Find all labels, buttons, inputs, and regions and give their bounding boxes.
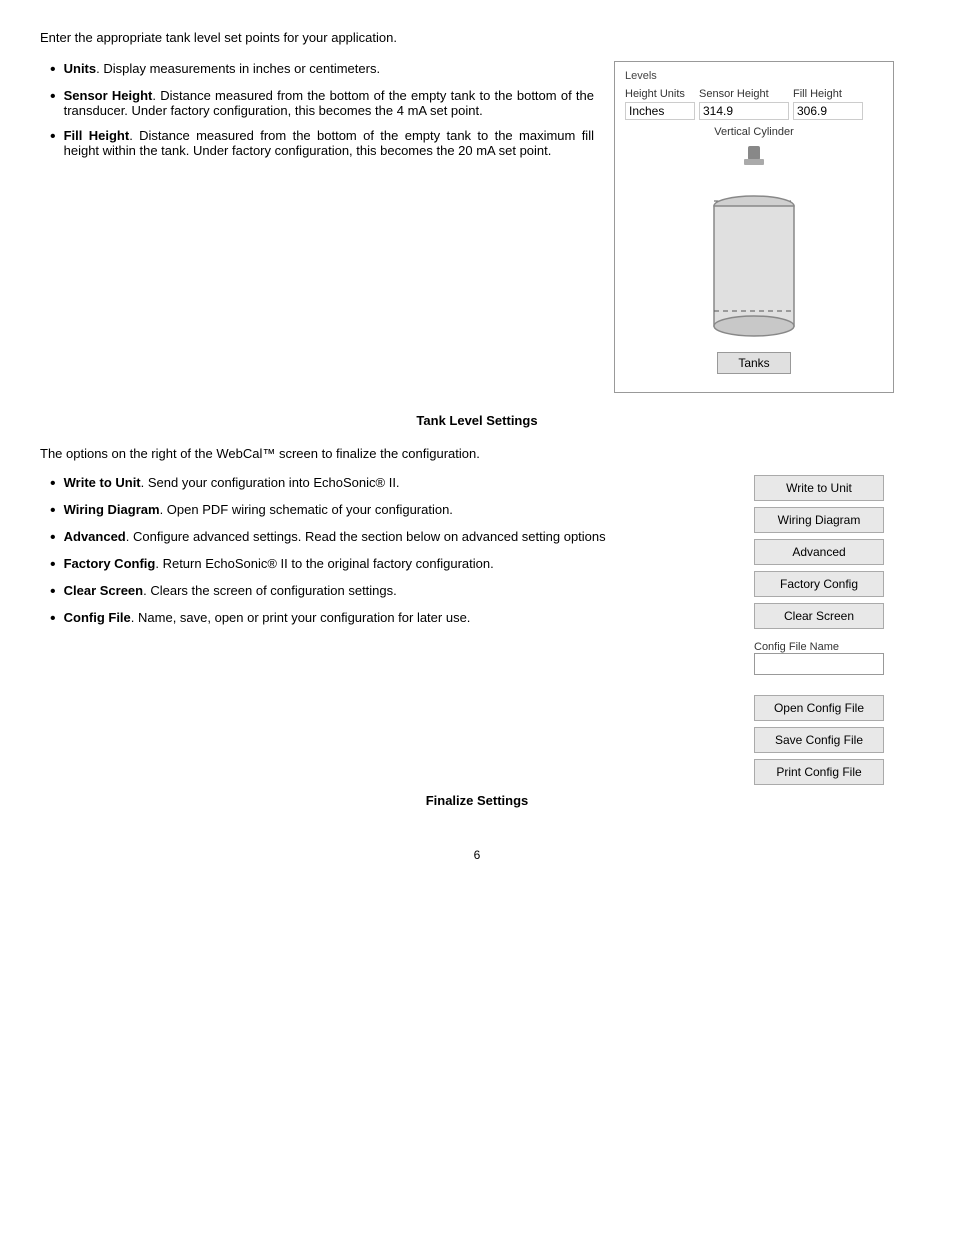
desc-config-file: Name, save, open or print your configura… <box>138 610 470 625</box>
finalize-buttons-panel: Write to Unit Wiring Diagram Advanced Fa… <box>754 475 914 785</box>
bullet-sensor-height: Sensor Height. Distance measured from th… <box>50 88 594 118</box>
desc-units: Display measurements in inches or centim… <box>103 61 380 76</box>
desc-factory-config: Return EchoSonic® II to the original fac… <box>163 556 494 571</box>
term-write-to-unit: Write to Unit <box>64 475 141 490</box>
vertical-cylinder-label: Vertical Cylinder <box>625 126 883 138</box>
page-number: 6 <box>40 848 914 862</box>
desc-fill-height: Distance measured from the bottom of the… <box>64 128 594 158</box>
config-file-section: Config File Name <box>754 639 914 675</box>
term-wiring-diagram: Wiring Diagram <box>64 502 160 517</box>
bullet-wiring-diagram: Wiring Diagram. Open PDF wiring schemati… <box>50 502 734 519</box>
tanks-button[interactable]: Tanks <box>717 352 790 374</box>
save-config-file-button[interactable]: Save Config File <box>754 727 884 753</box>
bullet-config-file: Config File. Name, save, open or print y… <box>50 610 734 627</box>
height-units-value: Inches <box>625 102 695 120</box>
clear-screen-button[interactable]: Clear Screen <box>754 603 884 629</box>
tank-diagram: Tanks <box>625 146 883 374</box>
section2-left: Write to Unit. Send your configuration i… <box>40 475 734 785</box>
desc-wiring-diagram: Open PDF wiring schematic of your config… <box>167 502 453 517</box>
bullet-advanced: Advanced. Configure advanced settings. R… <box>50 529 734 546</box>
fill-height-value: 306.9 <box>793 102 863 120</box>
term-advanced: Advanced <box>64 529 126 544</box>
bullet-list-section1: Units. Display measurements in inches or… <box>40 61 594 158</box>
open-config-file-button[interactable]: Open Config File <box>754 695 884 721</box>
section2-text: The options on the right of the WebCal™ … <box>40 446 914 461</box>
sensor-height-value: 314.9 <box>699 102 789 120</box>
wiring-diagram-button[interactable]: Wiring Diagram <box>754 507 884 533</box>
tank-svg <box>694 146 814 346</box>
col-height-units-header: Height Units <box>625 88 695 100</box>
col-fill-header: Fill Height <box>793 88 863 100</box>
desc-write-to-unit: Send your configuration into EchoSonic® … <box>148 475 400 490</box>
section1-left: Units. Display measurements in inches or… <box>40 61 594 393</box>
bullet-units: Units. Display measurements in inches or… <box>50 61 594 78</box>
config-file-input[interactable] <box>754 653 884 675</box>
levels-panel: Levels Height Units Sensor Height Fill H… <box>614 61 894 393</box>
levels-title: Levels <box>625 70 883 82</box>
levels-header-row: Height Units Sensor Height Fill Height <box>625 88 883 100</box>
figure2-caption: Finalize Settings <box>40 793 914 808</box>
levels-data-row: Inches 314.9 306.9 <box>625 102 883 120</box>
print-config-file-button[interactable]: Print Config File <box>754 759 884 785</box>
bullet-fill-height: Fill Height. Distance measured from the … <box>50 128 594 158</box>
col-sensor-header: Sensor Height <box>699 88 789 100</box>
bullet-factory-config: Factory Config. Return EchoSonic® II to … <box>50 556 734 573</box>
term-config-file: Config File <box>64 610 131 625</box>
desc-clear-screen: Clears the screen of configuration setti… <box>150 583 396 598</box>
config-file-label: Config File Name <box>754 641 914 653</box>
section2-layout: Write to Unit. Send your configuration i… <box>40 475 914 785</box>
config-file-buttons-group: Open Config File Save Config File Print … <box>754 695 914 785</box>
term-clear-screen: Clear Screen <box>64 583 144 598</box>
advanced-button[interactable]: Advanced <box>754 539 884 565</box>
bullet-write-to-unit: Write to Unit. Send your configuration i… <box>50 475 734 492</box>
term-sensor-height: Sensor Height <box>64 88 153 103</box>
bullet-list-section2: Write to Unit. Send your configuration i… <box>40 475 734 627</box>
intro-text: Enter the appropriate tank level set poi… <box>40 30 914 45</box>
figure1-caption: Tank Level Settings <box>40 413 914 428</box>
write-to-unit-button[interactable]: Write to Unit <box>754 475 884 501</box>
desc-advanced: Configure advanced settings. Read the se… <box>133 529 606 544</box>
bullet-clear-screen: Clear Screen. Clears the screen of confi… <box>50 583 734 600</box>
levels-panel-container: Levels Height Units Sensor Height Fill H… <box>614 61 914 393</box>
term-units: Units <box>64 61 97 76</box>
term-factory-config: Factory Config <box>64 556 156 571</box>
factory-config-button[interactable]: Factory Config <box>754 571 884 597</box>
term-fill-height: Fill Height <box>64 128 130 143</box>
